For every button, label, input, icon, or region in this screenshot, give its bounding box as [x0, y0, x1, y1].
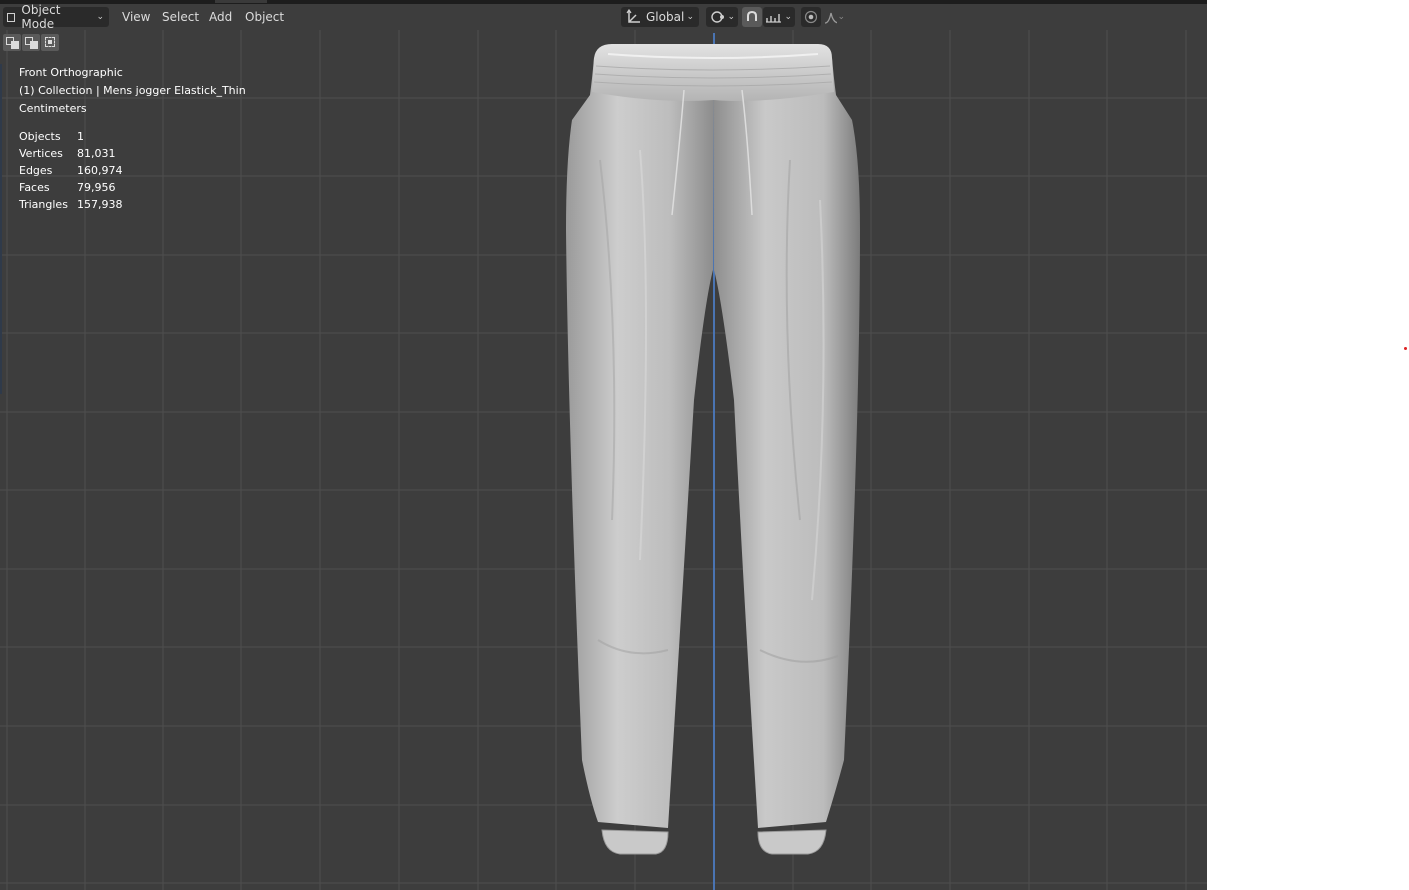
pivot-point-icon — [711, 11, 724, 23]
viewport-header: Object Mode ⌄ View Select Add Object Glo… — [0, 3, 1207, 31]
stat-value: 1 — [77, 130, 84, 143]
stat-row: Objects 1 — [19, 128, 123, 145]
jogger-pants-mesh[interactable] — [0, 0, 1207, 890]
select-new-button[interactable] — [3, 34, 21, 51]
transform-orientation-dropdown[interactable]: Global ⌄ — [621, 7, 699, 27]
chevron-down-icon: ⌄ — [837, 12, 845, 22]
stat-label: Vertices — [19, 147, 63, 160]
falloff-curve-icon — [824, 12, 838, 24]
units-label: Centimeters — [19, 102, 87, 115]
stat-row: Triangles 157,938 — [19, 196, 123, 213]
stat-row: Faces 79,956 — [19, 179, 123, 196]
object-mode-dropdown[interactable]: Object Mode ⌄ — [3, 3, 109, 31]
snap-magnet-icon — [747, 10, 757, 21]
menu-view[interactable]: View — [120, 8, 152, 26]
viewport-text-info: Front Orthographic (1) Collection | Mens… — [19, 64, 246, 118]
chevron-down-icon: ⌄ — [784, 12, 792, 22]
menu-object[interactable]: Object — [243, 8, 286, 26]
stat-label: Edges — [19, 164, 53, 177]
falloff-dropdown[interactable]: ⌄ — [822, 7, 850, 27]
stat-row: Edges 160,974 — [19, 162, 123, 179]
object-mode-cube-icon — [7, 12, 16, 22]
collection-label: (1) Collection | Mens jogger Elastick_Th… — [19, 84, 246, 97]
stat-value: 81,031 — [77, 147, 116, 160]
stat-value: 79,956 — [77, 181, 116, 194]
pivot-point-dropdown[interactable]: ⌄ — [706, 7, 738, 27]
stat-value: 157,938 — [77, 198, 123, 211]
menu-select[interactable]: Select — [160, 8, 201, 26]
proportional-editing-icon — [804, 10, 818, 24]
transform-orientation-icon — [626, 9, 640, 23]
select-subtract-button[interactable] — [41, 34, 59, 51]
stat-label: Objects — [19, 130, 61, 143]
select-extend-button[interactable] — [22, 34, 40, 51]
red-marker-dot — [1404, 347, 1407, 350]
chevron-down-icon: ⌄ — [686, 12, 694, 22]
3d-viewport[interactable]: Object Mode ⌄ View Select Add Object Glo… — [0, 0, 1207, 890]
stat-row: Vertices 81,031 — [19, 145, 123, 162]
snap-increment-icon — [766, 14, 781, 23]
snap-toggle[interactable] — [742, 7, 762, 27]
region-edge-indicator — [0, 64, 2, 394]
chevron-down-icon: ⌄ — [727, 12, 735, 22]
snap-target-dropdown[interactable]: ⌄ — [763, 7, 795, 27]
menu-add[interactable]: Add — [207, 8, 234, 26]
object-mode-label: Object Mode — [21, 3, 61, 31]
selection-mode-buttons — [3, 34, 59, 51]
stat-label: Triangles — [19, 198, 68, 211]
stat-value: 160,974 — [77, 164, 123, 177]
proportional-editing-toggle[interactable] — [801, 7, 821, 27]
transform-orientation-label: Global — [646, 10, 685, 24]
scene-statistics: Objects 1 Vertices 81,031 Edges 160,974 … — [19, 128, 123, 213]
chevron-down-icon: ⌄ — [96, 12, 104, 22]
stat-label: Faces — [19, 181, 50, 194]
view-name: Front Orthographic — [19, 66, 123, 79]
